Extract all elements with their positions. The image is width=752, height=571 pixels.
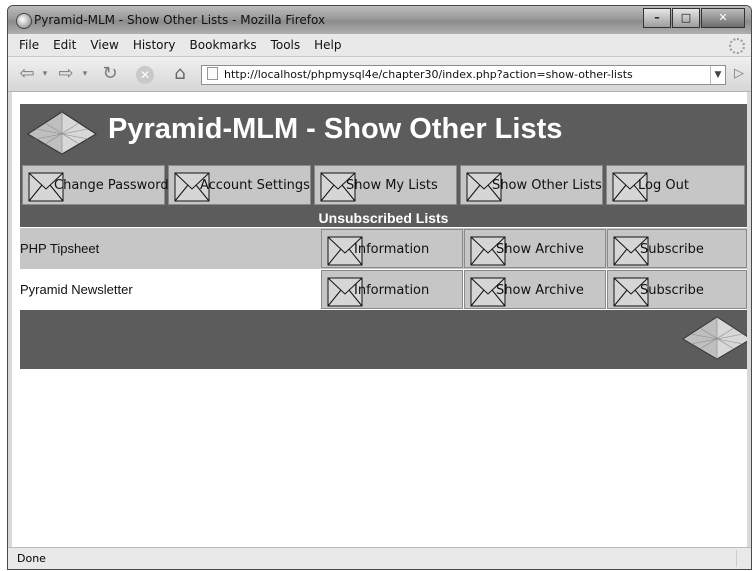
change-password-button[interactable]: Change Password [22,165,169,205]
show-my-lists-label: Show My Lists [346,178,438,193]
show-other-lists-button[interactable]: Show Other Lists [460,165,603,205]
back-arrow-icon[interactable]: ⇦ [14,64,40,84]
subscribe-label: Subscribe [640,242,704,257]
information-label: Information [354,283,430,298]
subscribe-button[interactable]: Subscribe [607,270,747,309]
menu-help[interactable]: Help [314,38,341,52]
navigation-toolbar: ⇦ ▾ ⇨ ▾ ↻ ✕ ⌂ http://localhost/phpmysql4… [8,57,751,92]
forward-arrow-icon[interactable]: ⇨ [54,64,78,84]
pyramid-logo-icon [27,111,97,155]
stop-icon[interactable]: ✕ [136,66,154,84]
log-out-button[interactable]: Log Out [606,165,745,205]
log-out-label: Log Out [638,178,689,193]
site-title: Pyramid-MLM - Show Other Lists [108,113,563,145]
title-bar: Pyramid-MLM - Show Other Lists - Mozilla… [8,6,751,34]
site-header: Pyramid-MLM - Show Other Lists [20,104,747,163]
change-password-label: Change Password [54,178,169,193]
window-controls: – □ ✕ [642,8,745,28]
account-settings-label: Account Settings [200,178,310,193]
menu-tools[interactable]: Tools [271,38,301,52]
window-title: Pyramid-MLM - Show Other Lists - Mozilla… [34,13,326,27]
show-archive-button[interactable]: Show Archive [464,270,606,309]
maximize-button[interactable]: □ [672,8,700,28]
home-icon[interactable]: ⌂ [168,64,192,84]
show-my-lists-button[interactable]: Show My Lists [314,165,457,205]
menu-bookmarks[interactable]: Bookmarks [190,38,257,52]
show-archive-label: Show Archive [496,242,584,257]
information-button[interactable]: Information [321,229,463,268]
address-dropdown-icon[interactable]: ▼ [710,66,725,84]
status-text: Done [17,552,46,565]
menu-history[interactable]: History [133,38,176,52]
main-menu: Change Password Account Settings Show My… [20,163,747,209]
menu-edit[interactable]: Edit [53,38,76,52]
reload-icon[interactable]: ↻ [98,64,122,84]
section-heading: Unsubscribed Lists [20,209,747,227]
menu-file[interactable]: File [19,38,39,52]
list-row: PHP Tipsheet Information Show Archive Su… [20,228,747,269]
information-button[interactable]: Information [321,270,463,309]
go-arrow-icon[interactable]: ▷ [730,65,748,83]
address-url: http://localhost/phpmysql4e/chapter30/in… [224,68,633,81]
show-archive-label: Show Archive [496,283,584,298]
address-bar[interactable]: http://localhost/phpmysql4e/chapter30/in… [201,65,726,85]
subscribe-button[interactable]: Subscribe [607,229,747,268]
page-content: Pyramid-MLM - Show Other Lists Change Pa… [12,92,747,547]
resize-grip-icon[interactable] [736,550,751,567]
list-name: Pyramid Newsletter [20,282,133,297]
pyramid-logo-icon [682,316,747,360]
close-button[interactable]: ✕ [701,8,745,28]
back-history-dropdown-icon[interactable]: ▾ [40,64,50,84]
menu-bar: File Edit View History Bookmarks Tools H… [8,34,751,57]
subscribe-label: Subscribe [640,283,704,298]
list-row: Pyramid Newsletter Information Show Arch… [20,269,747,310]
status-bar: Done [8,547,751,569]
firefox-icon [16,13,32,29]
page-icon [207,67,218,80]
forward-history-dropdown-icon[interactable]: ▾ [80,64,90,84]
menu-view[interactable]: View [90,38,118,52]
throbber-icon [729,38,745,54]
site-footer [20,310,747,369]
show-other-lists-label: Show Other Lists [492,178,602,193]
account-settings-button[interactable]: Account Settings [168,165,311,205]
list-name: PHP Tipsheet [20,241,100,256]
minimize-button[interactable]: – [643,8,671,28]
information-label: Information [354,242,430,257]
browser-window: Pyramid-MLM - Show Other Lists - Mozilla… [7,5,752,570]
show-archive-button[interactable]: Show Archive [464,229,606,268]
